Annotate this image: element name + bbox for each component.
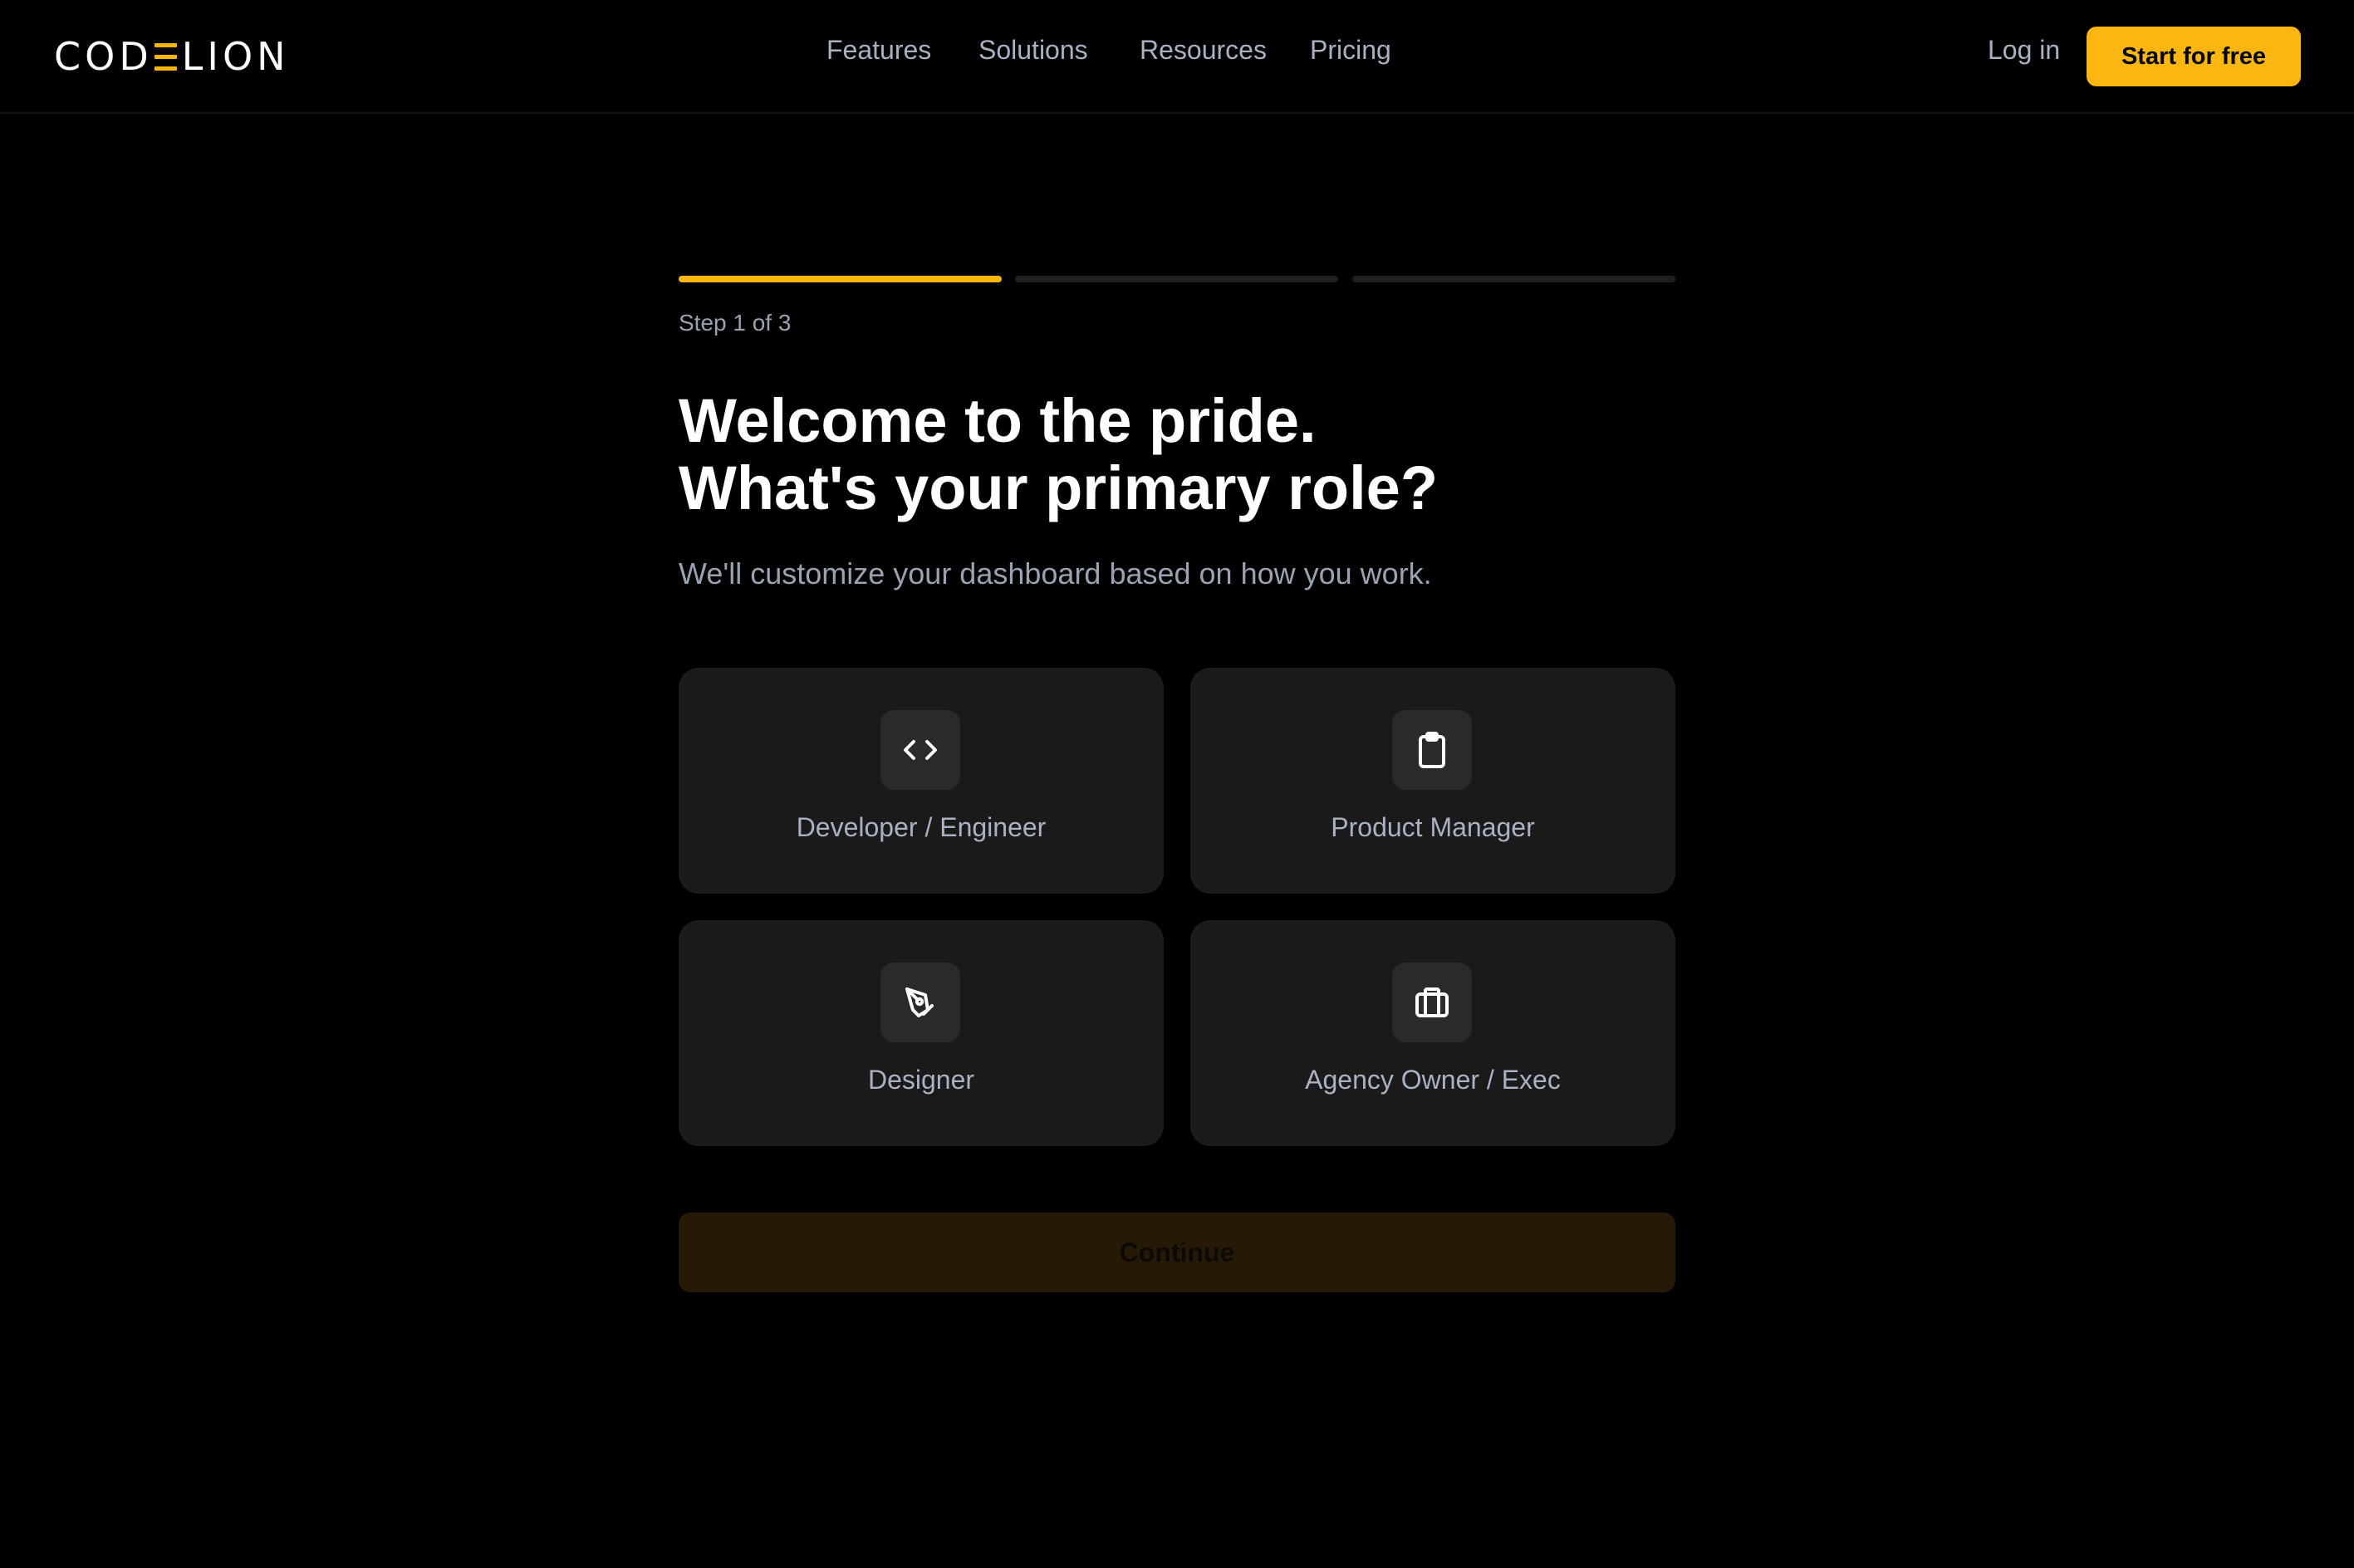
top-nav: COD LION Features Solutions Resources Pr… bbox=[0, 0, 2354, 114]
briefcase-icon bbox=[1392, 963, 1472, 1042]
logo-mark-icon bbox=[154, 42, 177, 71]
role-label: Developer / Engineer bbox=[796, 812, 1047, 842]
role-card-agency-owner[interactable]: Agency Owner / Exec bbox=[1190, 920, 1675, 1146]
pen-tool-icon bbox=[880, 963, 960, 1042]
clipboard-icon bbox=[1392, 710, 1472, 790]
role-label: Agency Owner / Exec bbox=[1305, 1065, 1561, 1095]
role-label: Designer bbox=[867, 1065, 975, 1095]
role-card-designer[interactable]: Designer bbox=[679, 920, 1164, 1146]
role-card-product-manager[interactable]: Product Manager bbox=[1190, 668, 1675, 894]
nav-link-pricing[interactable]: Pricing bbox=[1310, 35, 1391, 66]
role-card-developer[interactable]: Developer / Engineer bbox=[679, 668, 1164, 894]
page-subtitle: We'll customize your dashboard based on … bbox=[679, 556, 1432, 590]
step-label: Step 1 of 3 bbox=[679, 310, 792, 336]
progress-segment-1 bbox=[679, 276, 1002, 282]
logo[interactable]: COD LION bbox=[54, 34, 290, 79]
progress-segment-2 bbox=[1015, 276, 1338, 282]
page-title: Welcome to the pride. What's your primar… bbox=[679, 387, 1438, 522]
nav-link-features[interactable]: Features bbox=[826, 35, 931, 66]
logo-text-left: COD bbox=[54, 34, 153, 79]
nav-link-resources[interactable]: Resources bbox=[1140, 35, 1267, 66]
code-icon bbox=[880, 710, 960, 790]
step-progress bbox=[679, 276, 1675, 282]
title-line-2: What's your primary role? bbox=[679, 453, 1439, 522]
nav-link-solutions[interactable]: Solutions bbox=[978, 35, 1088, 66]
role-label: Product Manager bbox=[1331, 812, 1535, 842]
start-for-free-button[interactable]: Start for free bbox=[2087, 27, 2301, 86]
login-link[interactable]: Log in bbox=[1988, 35, 2060, 66]
logo-text-right: LION bbox=[181, 34, 290, 79]
continue-button[interactable]: Continue bbox=[679, 1213, 1675, 1292]
progress-segment-3 bbox=[1352, 276, 1675, 282]
title-line-1: Welcome to the pride. bbox=[679, 386, 1317, 455]
